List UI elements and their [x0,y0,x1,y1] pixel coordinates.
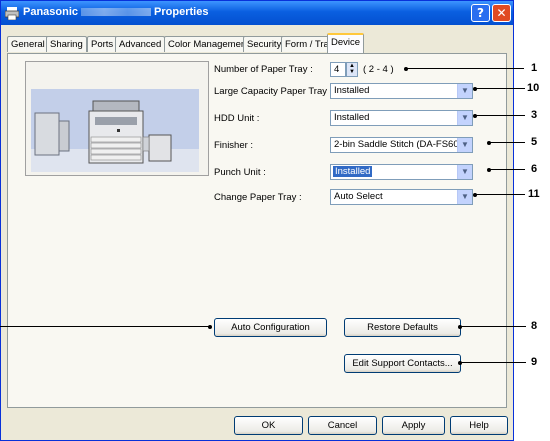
chevron-down-icon[interactable]: ▼ [457,190,472,204]
paper-tray-stepper[interactable]: 4 [330,62,346,77]
chevron-down-icon[interactable]: ▼ [457,138,472,152]
close-button[interactable]: ✕ [492,4,511,22]
tab-device[interactable]: Device [327,33,365,53]
tab-sharing[interactable]: Sharing [46,36,87,52]
title-suffix: Properties [154,6,209,18]
paper-tray-range: ( 2 - 4 ) [363,64,394,75]
callout-line [406,68,524,69]
change-tray-label: Change Paper Tray : [214,192,302,203]
properties-window: Panasonic Properties ? ✕ General Sharing … [0,0,514,441]
punch-label: Punch Unit : [214,167,266,178]
hdd-label: HDD Unit : [214,113,260,124]
tab-ports[interactable]: Ports [87,36,118,52]
callout-number: 10 [527,82,540,94]
callout-number: 9 [531,356,538,368]
callout-dot [208,325,212,329]
large-capacity-select[interactable]: Installed ▼ [330,83,473,99]
callout-number: 11 [528,188,540,200]
ok-button[interactable]: OK [234,416,303,435]
stepper-arrows-icon[interactable]: ▲ ▼ [346,62,358,77]
help-button[interactable]: Help [450,416,508,435]
callout-number: 5 [531,136,538,148]
callout-line [489,142,525,143]
callout-number: 8 [531,320,538,332]
callout-line [0,326,210,327]
auto-configuration-button[interactable]: Auto Configuration [214,318,327,337]
tab-security[interactable]: Security [243,36,286,52]
finisher-label: Finisher : [214,140,254,151]
large-capacity-value: Installed [334,85,370,96]
hdd-select[interactable]: Installed ▼ [330,110,473,126]
callout-number: 1 [531,62,538,74]
cancel-button[interactable]: Cancel [308,416,377,435]
callout-line [475,194,525,195]
chevron-down-icon[interactable]: ▼ [457,84,472,98]
chevron-down-icon[interactable]: ▼ [457,111,472,125]
change-tray-select[interactable]: Auto Select ▼ [330,189,473,205]
tab-color-management[interactable]: Color Management [164,36,253,52]
finisher-value: 2-bin Saddle Stitch (DA-FS605) [334,139,468,150]
tab-general[interactable]: General [7,36,49,52]
title-redacted [81,8,152,17]
callout-line [460,326,526,327]
punch-select[interactable]: Installed ▼ [330,164,473,180]
callout-number: 6 [531,163,538,175]
punch-value: Installed [333,166,373,177]
callout-line [460,362,526,363]
printer-icon [5,7,19,20]
chevron-down-icon[interactable]: ▼ [457,165,472,179]
hdd-value: Installed [334,112,370,123]
paper-tray-label: Number of Paper Tray : [214,64,313,75]
help-title-button[interactable]: ? [471,4,490,22]
change-tray-value: Auto Select [334,191,383,202]
tab-advanced[interactable]: Advanced [115,36,166,52]
edit-support-contacts-button[interactable]: Edit Support Contacts... [344,354,461,373]
finisher-select[interactable]: 2-bin Saddle Stitch (DA-FS605) ▼ [330,137,473,153]
apply-button[interactable]: Apply [382,416,445,435]
callout-line [475,115,525,116]
window-title: Panasonic Properties [23,6,208,18]
callout-line [475,88,525,89]
copier-illustration [31,89,199,172]
restore-defaults-button[interactable]: Restore Defaults [344,318,461,337]
callout-line [489,169,525,170]
large-capacity-label: Large Capacity Paper Tray : [214,86,333,97]
title-bar[interactable]: Panasonic Properties ? ✕ [1,1,513,25]
callout-number: 3 [531,109,538,121]
title-prefix: Panasonic [23,6,79,18]
